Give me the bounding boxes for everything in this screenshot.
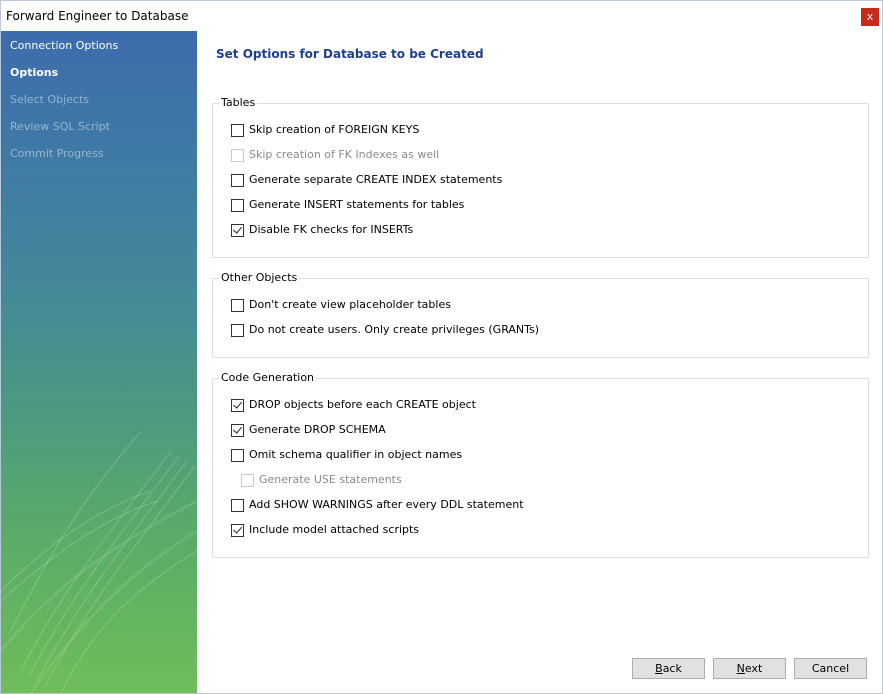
option-label: Omit schema qualifier in object names bbox=[249, 448, 463, 461]
back-mnemonic: B bbox=[655, 662, 663, 675]
sidebar-item-review-sql-script: Review SQL Script bbox=[10, 120, 110, 133]
code-generation-group: Code Generation DROP objects before each… bbox=[212, 371, 869, 558]
option-label: Skip creation of FK Indexes as well bbox=[249, 148, 440, 161]
option-label: Disable FK checks for INSERTs bbox=[249, 223, 414, 236]
checkbox[interactable] bbox=[231, 499, 244, 512]
back-button[interactable]: Back bbox=[632, 658, 705, 679]
close-icon: x bbox=[866, 10, 874, 23]
checkbox-checked[interactable] bbox=[231, 224, 244, 237]
window-title: Forward Engineer to Database bbox=[6, 9, 189, 23]
cancel-label: Cancel bbox=[811, 662, 850, 675]
cancel-button[interactable]: Cancel bbox=[794, 658, 867, 679]
sidebar-item-connection-options: Connection Options bbox=[10, 39, 119, 52]
checkbox[interactable] bbox=[231, 449, 244, 462]
next-label: ext bbox=[744, 662, 763, 675]
sidebar-item-commit-progress: Commit Progress bbox=[10, 147, 104, 160]
option-label: Don't create view placeholder tables bbox=[249, 298, 451, 311]
other-objects-group: Other Objects Don't create view placehol… bbox=[212, 271, 869, 358]
page-title: Set Options for Database to be Created bbox=[216, 47, 484, 61]
title-bar: Forward Engineer to Database x bbox=[1, 1, 882, 31]
option-label: Generate DROP SCHEMA bbox=[249, 423, 386, 436]
option-label: Generate separate CREATE INDEX statement… bbox=[249, 173, 503, 186]
wizard-sidebar: Connection Options Options Select Object… bbox=[1, 31, 197, 693]
checkbox-checked[interactable] bbox=[231, 524, 244, 537]
group-legend-tables: Tables bbox=[219, 96, 258, 109]
back-label: ack bbox=[662, 662, 682, 675]
checkbox bbox=[231, 149, 244, 162]
option-label: Generate INSERT statements for tables bbox=[249, 198, 465, 211]
close-button[interactable]: x bbox=[861, 8, 879, 26]
dialog-window: Forward Engineer to Database x Connectio… bbox=[0, 0, 883, 694]
next-button[interactable]: Next bbox=[713, 658, 786, 679]
checkbox[interactable] bbox=[231, 174, 244, 187]
checkbox[interactable] bbox=[231, 124, 244, 137]
option-label: Skip creation of FOREIGN KEYS bbox=[249, 123, 420, 136]
sidebar-item-options: Options bbox=[10, 66, 59, 79]
checkbox[interactable] bbox=[231, 324, 244, 337]
checkbox bbox=[241, 474, 254, 487]
group-legend-code-generation: Code Generation bbox=[219, 371, 317, 384]
option-label: Include model attached scripts bbox=[249, 523, 420, 536]
checkbox-checked[interactable] bbox=[231, 424, 244, 437]
option-label: Add SHOW WARNINGS after every DDL statem… bbox=[249, 498, 524, 511]
group-legend-other-objects: Other Objects bbox=[219, 271, 300, 284]
option-label: Generate USE statements bbox=[259, 473, 402, 486]
checkbox[interactable] bbox=[231, 299, 244, 312]
tables-group: Tables Skip creation of FOREIGN KEYS Ski… bbox=[212, 96, 869, 258]
option-label: DROP objects before each CREATE object bbox=[249, 398, 476, 411]
next-mnemonic: N bbox=[736, 662, 745, 675]
checkbox[interactable] bbox=[231, 199, 244, 212]
option-label: Do not create users. Only create privile… bbox=[249, 323, 540, 336]
checkbox-checked[interactable] bbox=[231, 399, 244, 412]
sidebar-item-select-objects: Select Objects bbox=[10, 93, 89, 106]
